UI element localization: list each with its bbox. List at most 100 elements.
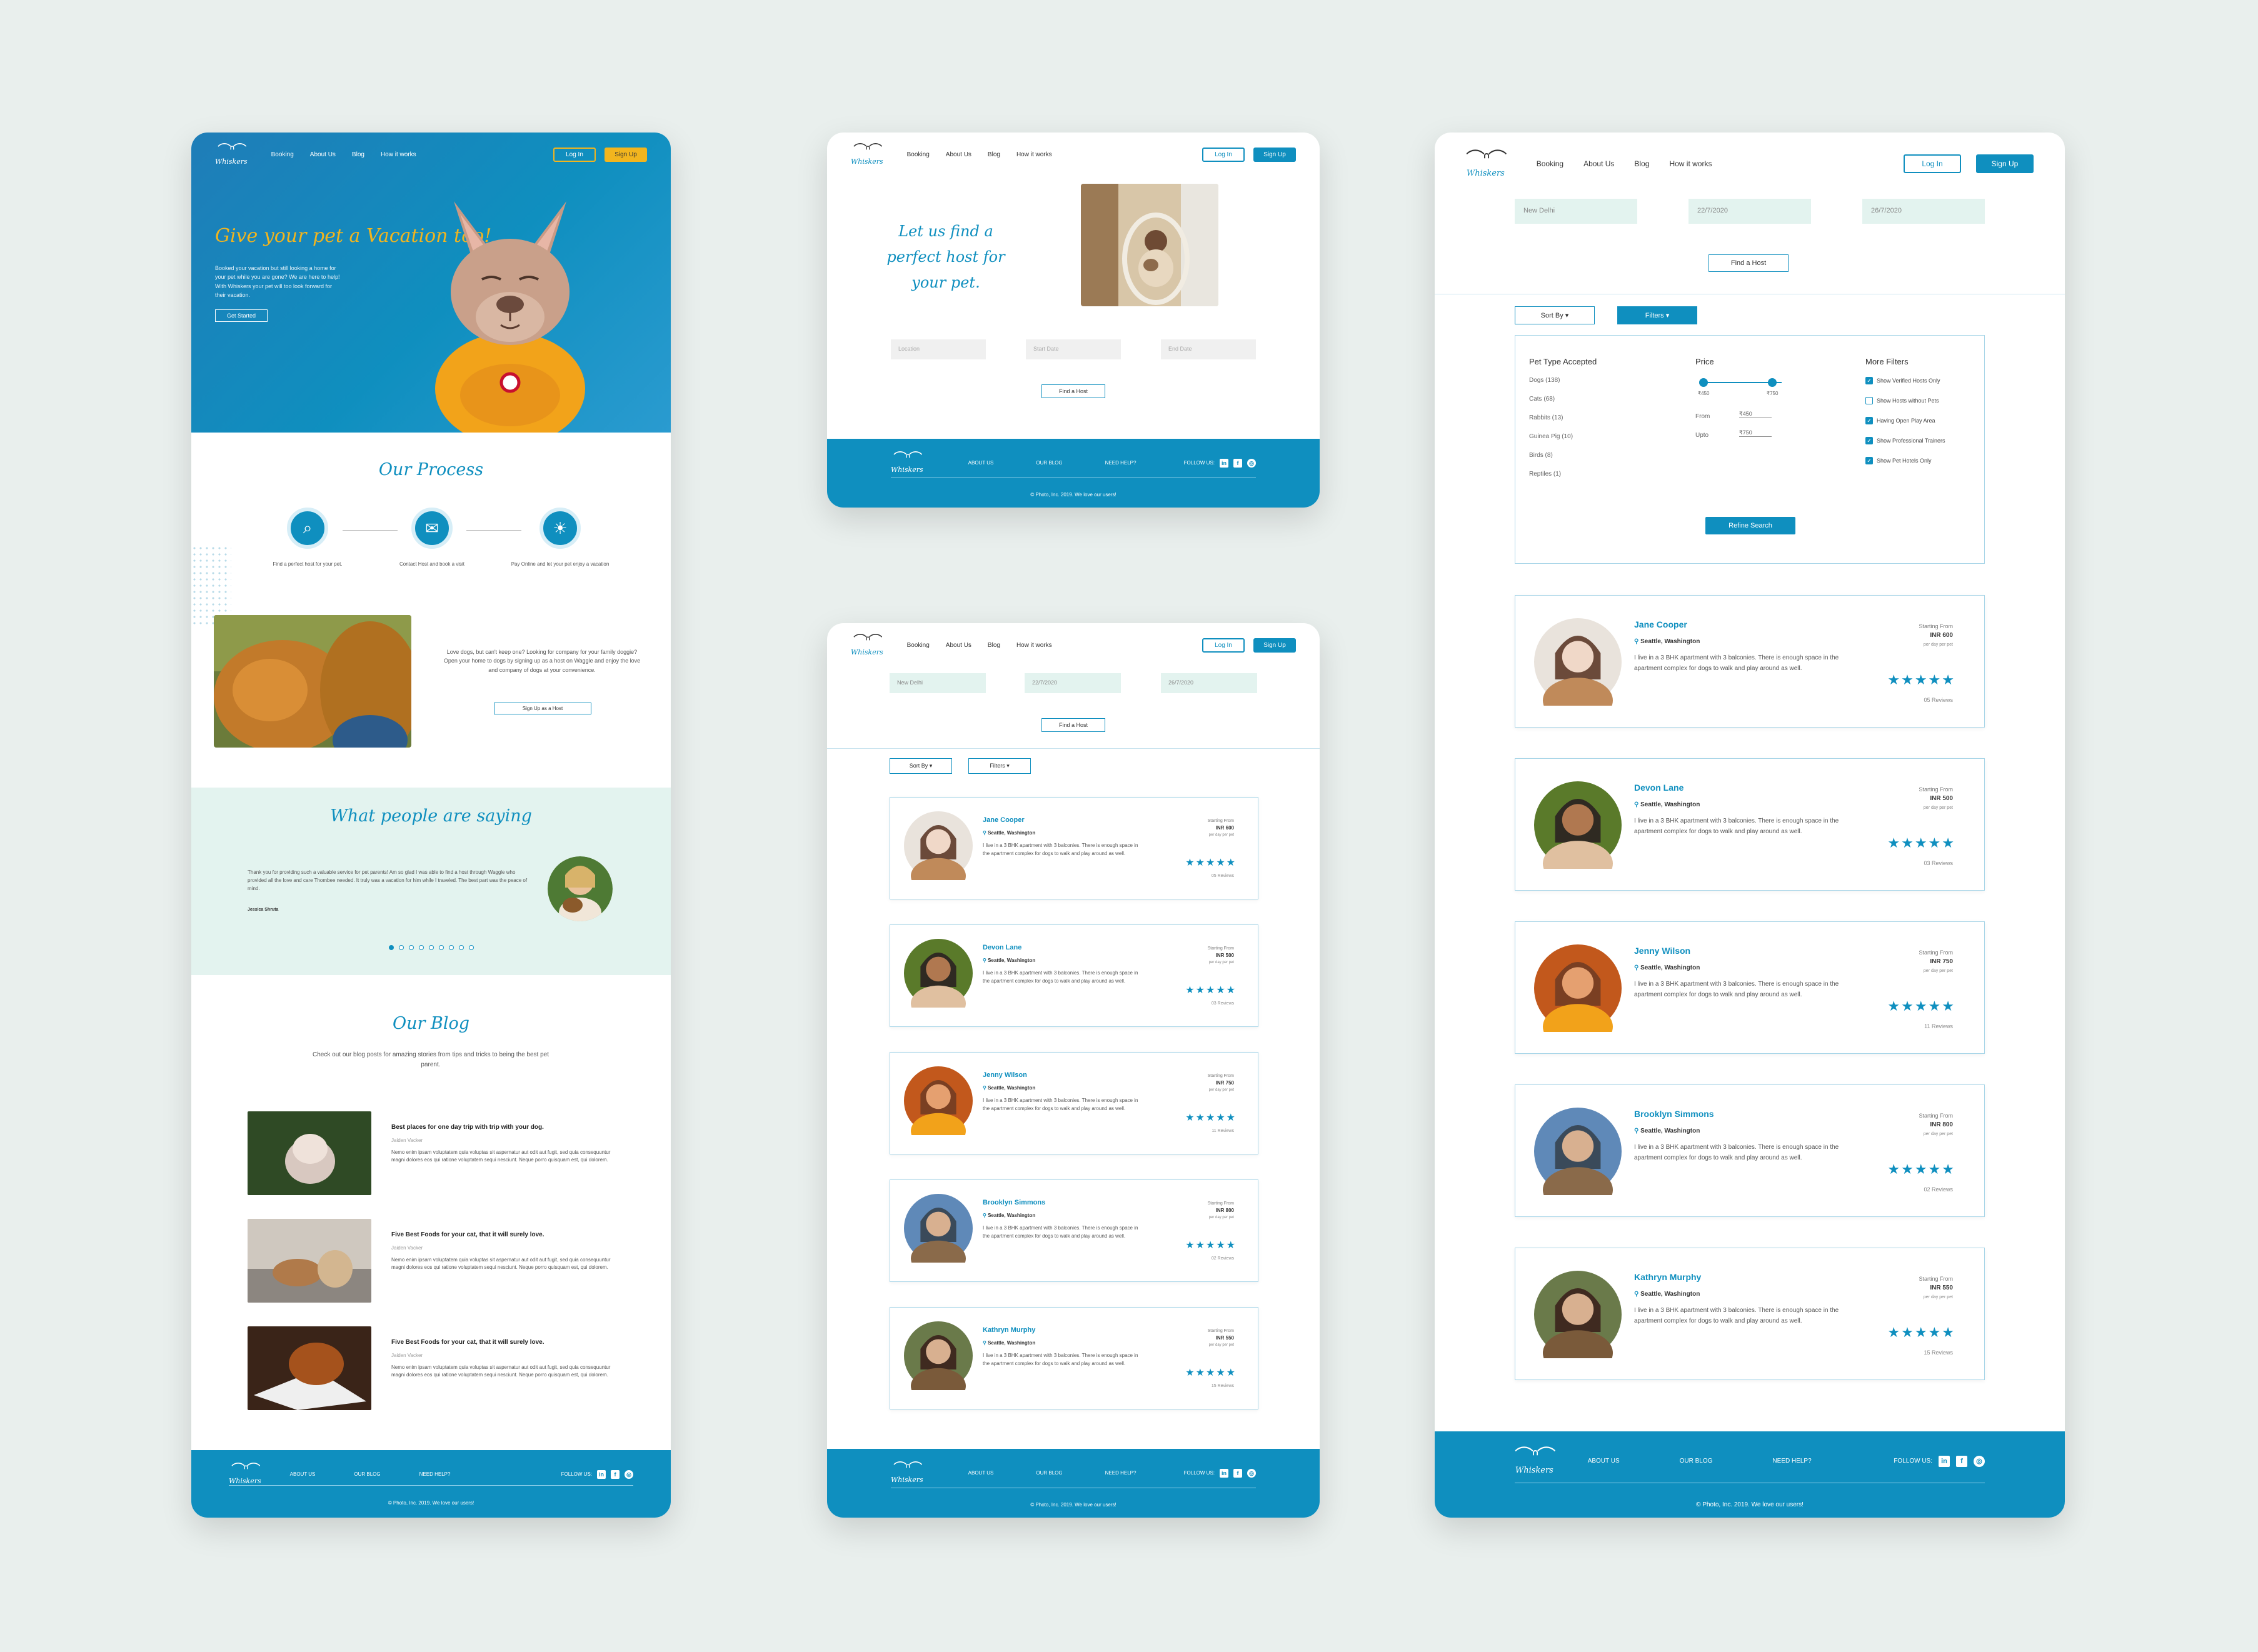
- linkedin-icon[interactable]: in: [597, 1469, 606, 1479]
- blog-post-title[interactable]: Five Best Foods for your cat, that it wi…: [391, 1339, 544, 1346]
- filters-button[interactable]: Filters ▾: [1617, 306, 1697, 324]
- footer-logo[interactable]: ⌒ᐢ⌒ Whiskers: [1515, 1448, 1556, 1475]
- host-name[interactable]: Jane Cooper: [1634, 619, 1687, 629]
- filters-button[interactable]: Filters ▾: [968, 758, 1031, 774]
- checkbox-icon[interactable]: ✓: [1865, 377, 1873, 384]
- price-slider-min-handle[interactable]: [1699, 378, 1708, 387]
- get-started-button[interactable]: Get Started: [215, 309, 268, 322]
- footer-link-help[interactable]: NEED HELP?: [1105, 460, 1137, 466]
- host-card[interactable]: Jenny Wilson ⚲ Seattle, Washington I live …: [890, 1052, 1258, 1154]
- host-card[interactable]: Brooklyn Simmons ⚲ Seattle, Washington I l…: [1515, 1084, 1985, 1217]
- nav-how[interactable]: How it works: [381, 151, 416, 158]
- more-filter-option[interactable]: ✓ Show Verified Hosts Only: [1865, 377, 1940, 384]
- nav-how[interactable]: How it works: [1016, 642, 1052, 649]
- host-reviews[interactable]: 15 Reviews: [1212, 1384, 1234, 1388]
- nav-about[interactable]: About Us: [946, 151, 971, 158]
- nav-about[interactable]: About Us: [946, 642, 971, 649]
- host-card[interactable]: Kathryn Murphy ⚲ Seattle, Washington I liv…: [890, 1307, 1258, 1409]
- pet-type-option[interactable]: Cats (68): [1529, 396, 1555, 403]
- linkedin-icon[interactable]: in: [1220, 458, 1228, 468]
- more-filter-option[interactable]: Show Hosts without Pets: [1865, 397, 1939, 404]
- pet-type-option[interactable]: Dogs (138): [1529, 377, 1560, 384]
- location-input[interactable]: Location: [891, 339, 986, 359]
- start-date-input[interactable]: 22/7/2020: [1025, 673, 1121, 693]
- more-filter-option[interactable]: ✓ Having Open Play Area: [1865, 417, 1935, 424]
- linkedin-icon[interactable]: in: [1939, 1455, 1950, 1467]
- logo[interactable]: ⌒ᐢ⌒ Whiskers: [851, 634, 883, 656]
- host-card[interactable]: Jane Cooper ⚲ Seattle, Washington I live i…: [1515, 595, 1985, 728]
- end-date-input[interactable]: End Date: [1161, 339, 1256, 359]
- carousel-dot[interactable]: [468, 945, 474, 950]
- host-reviews[interactable]: 11 Reviews: [1924, 1023, 1953, 1029]
- footer-link-blog[interactable]: OUR BLOG: [354, 1471, 380, 1477]
- footer-link-about[interactable]: ABOUT US: [290, 1471, 316, 1477]
- more-filter-option[interactable]: ✓ Show Pet Hotels Only: [1865, 457, 1932, 464]
- instagram-icon[interactable]: ◎: [1974, 1455, 1985, 1467]
- facebook-icon[interactable]: f: [1233, 458, 1242, 468]
- carousel-dot[interactable]: [438, 945, 444, 950]
- pet-type-option[interactable]: Rabbits (13): [1529, 414, 1563, 421]
- host-avatar[interactable]: [904, 1321, 973, 1404]
- host-avatar[interactable]: [904, 939, 973, 1021]
- instagram-icon[interactable]: ◎: [1247, 458, 1256, 468]
- login-button[interactable]: Log In: [1904, 154, 1961, 173]
- host-avatar[interactable]: [1534, 618, 1622, 723]
- checkbox-icon[interactable]: ✓: [1865, 437, 1873, 444]
- more-filter-option[interactable]: ✓ Show Professional Trainers: [1865, 437, 1945, 444]
- host-card[interactable]: Devon Lane ⚲ Seattle, Washington I live in…: [890, 924, 1258, 1027]
- host-avatar[interactable]: [904, 811, 973, 894]
- host-card[interactable]: Devon Lane ⚲ Seattle, Washington I live in…: [1515, 758, 1985, 891]
- nav-blog[interactable]: Blog: [352, 151, 364, 158]
- host-name[interactable]: Kathryn Murphy: [983, 1326, 1035, 1334]
- host-avatar[interactable]: [904, 1194, 973, 1276]
- login-button[interactable]: Log In: [1202, 638, 1245, 653]
- carousel-dot[interactable]: [428, 945, 434, 950]
- host-reviews[interactable]: 05 Reviews: [1924, 697, 1953, 703]
- nav-booking[interactable]: Booking: [907, 151, 930, 158]
- nav-blog[interactable]: Blog: [988, 151, 1000, 158]
- login-button[interactable]: Log In: [1202, 147, 1245, 162]
- signup-host-button[interactable]: Sign Up as a Host: [494, 703, 591, 714]
- host-reviews[interactable]: 02 Reviews: [1212, 1256, 1234, 1261]
- host-avatar[interactable]: [1534, 781, 1622, 886]
- facebook-icon[interactable]: f: [1956, 1455, 1967, 1467]
- carousel-dot[interactable]: [448, 945, 454, 950]
- host-reviews[interactable]: 03 Reviews: [1212, 1001, 1234, 1006]
- nav-blog[interactable]: Blog: [1634, 159, 1649, 168]
- carousel-dot[interactable]: [408, 945, 414, 950]
- end-date-input[interactable]: 26/7/2020: [1862, 199, 1985, 224]
- facebook-icon[interactable]: f: [611, 1469, 620, 1479]
- signup-button[interactable]: Sign Up: [1976, 154, 2034, 173]
- signup-button[interactable]: Sign Up: [1253, 638, 1296, 653]
- host-name[interactable]: Kathryn Murphy: [1634, 1272, 1701, 1282]
- login-button[interactable]: Log In: [553, 147, 596, 162]
- host-card[interactable]: Brooklyn Simmons ⚲ Seattle, Washington I l…: [890, 1179, 1258, 1282]
- start-date-input[interactable]: 22/7/2020: [1688, 199, 1811, 224]
- footer-link-help[interactable]: NEED HELP?: [1105, 1470, 1137, 1476]
- facebook-icon[interactable]: f: [1233, 1468, 1242, 1478]
- footer-link-blog[interactable]: OUR BLOG: [1680, 1458, 1713, 1464]
- nav-how[interactable]: How it works: [1669, 159, 1712, 168]
- footer-logo[interactable]: ⌒ᐢ⌒ Whiskers: [891, 1463, 923, 1484]
- host-card[interactable]: Jane Cooper ⚲ Seattle, Washington I live i…: [890, 797, 1258, 899]
- footer-link-help[interactable]: NEED HELP?: [1772, 1458, 1811, 1464]
- blog-post[interactable]: Best places for one day trip with trip w…: [248, 1111, 623, 1195]
- carousel-dot[interactable]: [388, 945, 394, 950]
- pet-type-option[interactable]: Reptiles (1): [1529, 471, 1561, 478]
- host-reviews[interactable]: 03 Reviews: [1924, 860, 1953, 866]
- find-host-button[interactable]: Find a Host: [1709, 254, 1789, 272]
- refine-search-button[interactable]: Refine Search: [1705, 517, 1795, 534]
- sort-by-button[interactable]: Sort By ▾: [1515, 306, 1595, 324]
- carousel-dot[interactable]: [418, 945, 424, 950]
- checkbox-icon[interactable]: [1865, 397, 1873, 404]
- nav-how[interactable]: How it works: [1016, 151, 1052, 158]
- pet-type-option[interactable]: Birds (8): [1529, 452, 1553, 459]
- nav-booking[interactable]: Booking: [907, 642, 930, 649]
- blog-post[interactable]: Five Best Foods for your cat, that it wi…: [248, 1326, 623, 1410]
- find-host-button[interactable]: Find a Host: [1041, 384, 1105, 398]
- logo[interactable]: ⌒ᐢ⌒ Whiskers: [215, 144, 248, 165]
- host-name[interactable]: Devon Lane: [1634, 783, 1683, 793]
- nav-blog[interactable]: Blog: [988, 642, 1000, 649]
- footer-link-help[interactable]: NEED HELP?: [419, 1471, 451, 1477]
- host-reviews[interactable]: 11 Reviews: [1212, 1129, 1234, 1133]
